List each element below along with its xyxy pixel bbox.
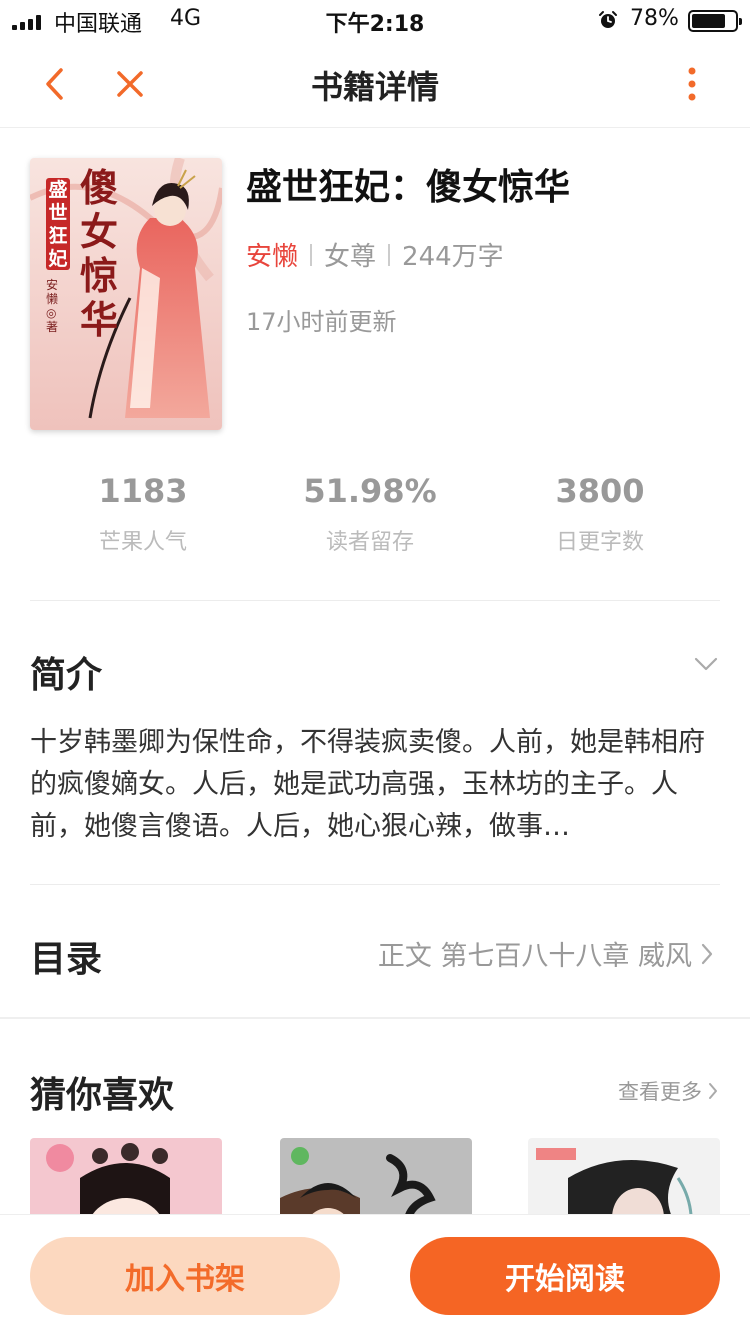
- stat-daily-words: 3800 日更字数: [485, 472, 715, 556]
- page-title: 书籍详情: [310, 68, 439, 106]
- add-to-shelf-button[interactable]: 加入书架: [30, 1237, 340, 1315]
- book-meta: 安懒 女尊 244万字: [246, 236, 504, 273]
- bottom-action-bar: 加入书架 开始阅读: [0, 1214, 750, 1334]
- battery-icon: [688, 10, 742, 32]
- stat-label: 芒果人气: [98, 530, 187, 555]
- battery-percent: 78%: [630, 6, 679, 31]
- meta-separator: [310, 243, 313, 266]
- book-category: 女尊: [324, 242, 377, 272]
- recommend-heading: 猜你喜欢: [30, 1075, 175, 1116]
- intro-heading: 简介: [30, 655, 103, 696]
- meta-separator: [388, 243, 391, 266]
- stat-label: 日更字数: [555, 530, 644, 555]
- stat-value: 1183: [98, 472, 188, 510]
- stat-value: 51.98%: [303, 472, 437, 510]
- cover-main-title: 傻女惊华: [80, 165, 119, 342]
- section-divider: [0, 1017, 750, 1019]
- word-count: 244万字: [402, 242, 504, 272]
- start-reading-button[interactable]: 开始阅读: [410, 1237, 720, 1315]
- stat-label: 读者留存: [325, 530, 414, 555]
- nav-bar: 书籍详情: [0, 40, 750, 128]
- toc-latest-chapter[interactable]: 正文 第七百八十八章 威风: [378, 934, 716, 973]
- cover-author-mark: 安懒◎著: [46, 278, 59, 334]
- see-more-link[interactable]: 查看更多: [618, 1076, 720, 1106]
- divider: [30, 884, 720, 885]
- see-more-label: 查看更多: [618, 1080, 702, 1104]
- chevron-right-icon: [709, 1083, 717, 1099]
- status-bar: 中国联通 4G 下午2:18 78%: [0, 0, 750, 40]
- latest-chapter-label: 正文 第七百八十八章 威风: [377, 941, 692, 972]
- stat-retention: 51.98% 读者留存: [255, 472, 485, 556]
- toc-heading: 目录: [30, 939, 103, 980]
- author-link[interactable]: 安懒: [246, 236, 298, 273]
- more-vertical-icon[interactable]: [670, 62, 714, 106]
- alarm-icon: [599, 11, 617, 28]
- divider: [30, 600, 720, 601]
- chevron-down-icon[interactable]: [692, 650, 720, 678]
- book-title: 盛世狂妃：傻女惊华: [246, 167, 571, 208]
- chevron-right-icon: [701, 943, 713, 964]
- intro-text[interactable]: 十岁韩墨卿为保性命，不得装疯卖傻。人前，她是韩相府的疯傻嫡女。人后，她是武功高强…: [30, 722, 720, 848]
- update-time: 17小时前更新: [246, 308, 397, 336]
- book-cover[interactable]: 盛世狂妃 傻女惊华 安懒◎著: [30, 158, 222, 430]
- stat-popularity: 1183 芒果人气: [28, 472, 258, 556]
- cover-series-label: 盛世狂妃: [46, 178, 70, 270]
- stat-value: 3800: [555, 472, 645, 510]
